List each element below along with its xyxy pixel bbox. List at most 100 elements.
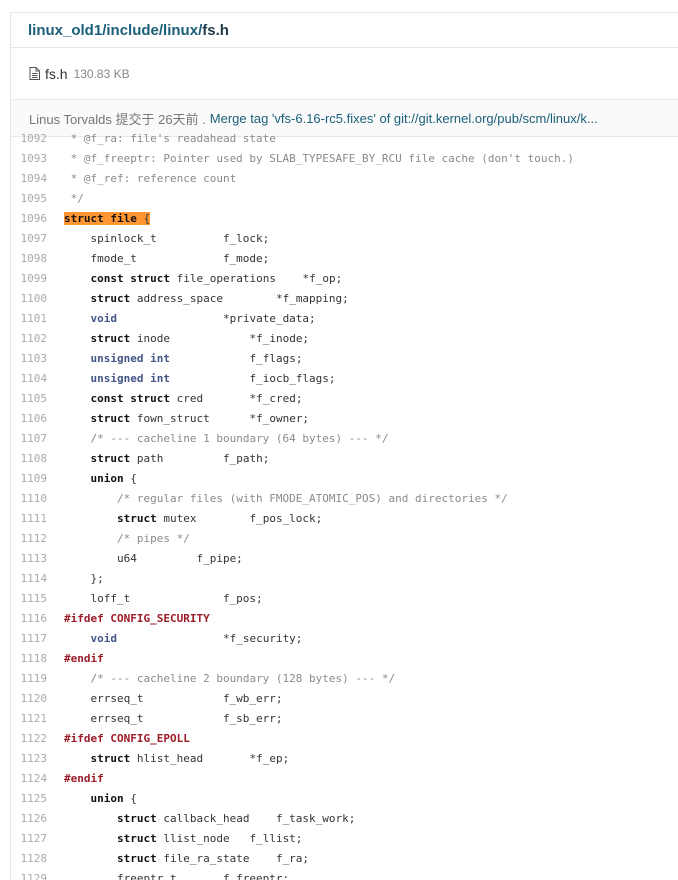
line-number[interactable]: 1103 (11, 349, 64, 369)
code-token: struct (90, 752, 131, 765)
line-source: loff_t f_pos; (64, 589, 678, 609)
line-source: struct hlist_head *f_ep; (64, 749, 678, 769)
breadcrumb-current-file: fs.h (202, 21, 229, 39)
line-number[interactable]: 1099 (11, 269, 64, 289)
line-number[interactable]: 1097 (11, 229, 64, 249)
line-number[interactable]: 1100 (11, 289, 64, 309)
code-token: struct (90, 292, 131, 305)
line-number[interactable]: 1126 (11, 809, 64, 829)
line-source: unsigned int f_iocb_flags; (64, 369, 678, 389)
code-token: #ifdef CONFIG_EPOLL (64, 732, 190, 745)
line-number[interactable]: 1110 (11, 489, 64, 509)
line-number[interactable]: 1107 (11, 429, 64, 449)
code-token: struct (130, 272, 170, 285)
line-number[interactable]: 1094 (11, 169, 64, 189)
code-token: f_flags; (169, 352, 303, 365)
line-number[interactable]: 1111 (11, 509, 64, 529)
line-source: /* regular files (with FMODE_ATOMIC_POS)… (64, 489, 678, 509)
code-token: u64 f_pipe; (64, 552, 243, 565)
code-line: 1125 union { (11, 789, 678, 809)
line-number[interactable]: 1124 (11, 769, 64, 789)
code-line: 1093 * @f_freeptr: Pointer used by SLAB_… (11, 149, 678, 169)
code-line: 1101 void *private_data; (11, 309, 678, 329)
line-number[interactable]: 1127 (11, 829, 64, 849)
code-line: 1106 struct fown_struct *f_owner; (11, 409, 678, 429)
code-token: llist_node f_llist; (156, 832, 303, 845)
code-token: union (90, 472, 124, 485)
code-token: int (150, 372, 170, 385)
code-line: 1109 union { (11, 469, 678, 489)
code-token: { (123, 472, 137, 485)
line-number[interactable]: 1116 (11, 609, 64, 629)
line-number[interactable]: 1113 (11, 549, 64, 569)
line-number[interactable]: 1105 (11, 389, 64, 409)
line-source: spinlock_t f_lock; (64, 229, 678, 249)
code-token: fown_struct *f_owner; (130, 412, 310, 425)
line-source: #endif (64, 649, 678, 669)
line-source: struct callback_head f_task_work; (64, 809, 678, 829)
line-number[interactable]: 1109 (11, 469, 64, 489)
line-number[interactable]: 1114 (11, 569, 64, 589)
code-token: int (150, 352, 170, 365)
line-number[interactable]: 1098 (11, 249, 64, 269)
line-number[interactable]: 1128 (11, 849, 64, 869)
line-number[interactable]: 1129 (11, 869, 64, 880)
code-token: struct (64, 212, 104, 225)
line-source: */ (64, 189, 678, 209)
code-token: */ (64, 192, 84, 205)
line-number[interactable]: 1106 (11, 409, 64, 429)
line-number[interactable]: 1092 (11, 129, 64, 149)
line-number[interactable]: 1108 (11, 449, 64, 469)
code-view: 1092 * @f_ra: file's readahead state 1093… (11, 132, 678, 880)
code-line: 1118 #endif (11, 649, 678, 669)
code-token: unsigned (90, 352, 144, 365)
line-number[interactable]: 1123 (11, 749, 64, 769)
line-number[interactable]: 1104 (11, 369, 64, 389)
code-line: 1105 const struct cred *f_cred; (11, 389, 678, 409)
line-source: const struct file_operations *f_op; (64, 269, 678, 289)
line-number[interactable]: 1112 (11, 529, 64, 549)
line-number[interactable]: 1120 (11, 689, 64, 709)
code-token: inode *f_inode; (130, 332, 310, 345)
code-token: path f_path; (130, 452, 270, 465)
code-token: fmode_t f_mode; (64, 252, 270, 265)
line-number[interactable]: 1093 (11, 149, 64, 169)
code-token: { (136, 212, 151, 225)
code-line: 1126 struct callback_head f_task_work; (11, 809, 678, 829)
code-token: #endif (64, 652, 104, 665)
line-number[interactable]: 1102 (11, 329, 64, 349)
code-token: * @f_ref: reference count (64, 172, 237, 185)
line-number[interactable]: 1115 (11, 589, 64, 609)
line-source: union { (64, 469, 678, 489)
line-number[interactable]: 1125 (11, 789, 64, 809)
file-text-icon (29, 67, 40, 80)
code-line: 1107 /* --- cacheline 1 boundary (64 byt… (11, 429, 678, 449)
line-number[interactable]: 1122 (11, 729, 64, 749)
line-source: #ifdef CONFIG_SECURITY (64, 609, 678, 629)
line-number[interactable]: 1119 (11, 669, 64, 689)
breadcrumb-repo[interactable]: linux_old1 (28, 22, 102, 39)
line-number[interactable]: 1121 (11, 709, 64, 729)
code-token: /* pipes */ (116, 532, 190, 545)
line-number[interactable]: 1117 (11, 629, 64, 649)
code-token: /* --- cacheline 2 boundary (128 bytes) … (90, 672, 396, 685)
line-number[interactable]: 1101 (11, 309, 64, 329)
code-line: 1123 struct hlist_head *f_ep; (11, 749, 678, 769)
code-token: f_iocb_flags; (169, 372, 336, 385)
commit-message-link[interactable]: Merge tag 'vfs-6.16-rc5.fixes' of git://… (210, 111, 598, 126)
breadcrumb-include[interactable]: include (106, 22, 159, 39)
line-number[interactable]: 1118 (11, 649, 64, 669)
breadcrumb-linux[interactable]: linux (163, 22, 198, 39)
line-number[interactable]: 1095 (11, 189, 64, 209)
line-number[interactable]: 1096 (11, 209, 64, 229)
